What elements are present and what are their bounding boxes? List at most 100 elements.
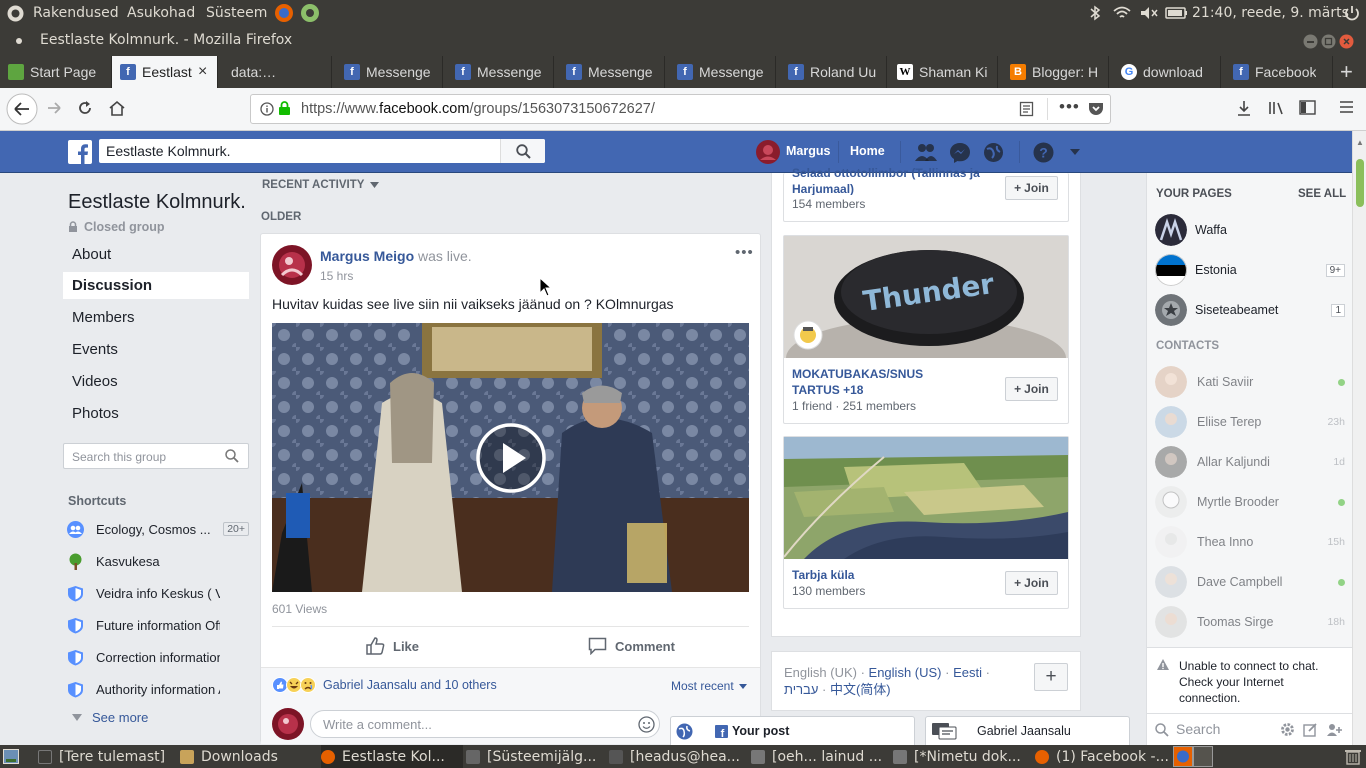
tab-messenger-4[interactable]: f Messenge [665,56,776,88]
minimize-icon[interactable] [1303,34,1318,49]
taskbar-item-terminal[interactable]: [headus@hea... [609,745,747,768]
home-icon[interactable] [108,100,126,116]
taskbar-item-welcome[interactable]: [Tere tulemast] [38,745,176,768]
language-eesti[interactable]: Eesti [953,665,982,680]
wifi-icon[interactable] [1112,5,1132,21]
reader-view-icon[interactable] [1019,101,1034,117]
taskbar-item-editor-1[interactable]: [oeh... lainud ... [751,745,889,768]
reload-icon[interactable] [77,100,93,116]
group-name[interactable]: Eestlaste Kolmnurk. [68,191,246,214]
new-tab-icon[interactable]: + [1340,59,1353,85]
search-icon[interactable] [225,449,239,463]
show-desktop-icon[interactable] [3,749,19,764]
tab-messenger-3[interactable]: f Messenge [554,56,665,88]
ubuntu-logo-icon[interactable] [7,5,24,22]
see-more-link[interactable]: See more [72,710,148,725]
taskbar-item-downloads[interactable]: Downloads [180,745,317,768]
forward-icon[interactable] [46,100,62,116]
post-options-icon[interactable]: ••• [735,244,754,261]
tab-messenger-1[interactable]: f Messenge [332,56,443,88]
user-avatar[interactable] [756,140,780,164]
taskbar-item-firefox-facebook[interactable]: (1) Facebook -... [1035,745,1170,768]
group-search-input[interactable]: Search this group [63,443,249,469]
contact-item[interactable]: Thea Inno 15h [1155,524,1345,560]
language-chinese[interactable]: 中文(简体) [830,682,891,697]
clock[interactable]: 21:40, reede, 9. märts [1192,5,1349,21]
help-icon[interactable]: ? [1033,142,1054,163]
shortcut-item[interactable]: Ecology, Cosmos ... 20+ [63,516,249,542]
chat-tab-gabriel[interactable]: Gabriel Jaansalu [925,716,1130,745]
close-tab-icon[interactable]: × [198,63,207,81]
language-english-us[interactable]: English (US) [869,665,942,680]
suggested-group-name[interactable]: MOKATUBAKAS/SNUS TARTUS +18 [792,366,972,398]
suggested-group-name[interactable]: Tarbja küla [792,567,854,583]
shortcut-item[interactable]: Kasvukesa [63,548,249,574]
bluetooth-icon[interactable] [1089,5,1101,21]
group-nav-about[interactable]: About [63,241,249,268]
contact-item[interactable]: Myrtle Brooder [1155,484,1345,520]
pocket-icon[interactable] [1088,101,1104,117]
comment-button[interactable]: Comment [588,637,675,655]
tab-data[interactable]: data:… [218,56,332,88]
secure-lock-icon[interactable] [278,101,291,116]
like-button[interactable]: Like [366,637,419,655]
reactions-summary[interactable]: Gabriel Jaansalu and 10 others [272,677,497,693]
chat-search-input[interactable]: Search [1176,721,1220,737]
menu-applications[interactable]: Rakendused [33,5,119,21]
contact-item[interactable]: Dave Campbell [1155,564,1345,600]
notifications-globe-icon[interactable] [983,142,1004,163]
page-actions-icon[interactable]: ••• [1059,97,1080,117]
tab-blogger[interactable]: B Blogger: H [998,56,1109,88]
page-item-waffa[interactable]: Waffa [1155,212,1345,248]
taskbar-item-editor-2[interactable]: [*Nimetu dok... [893,745,1032,768]
comment-input[interactable]: Write a comment... [310,710,660,738]
post-author-avatar[interactable] [272,245,312,285]
post-timestamp[interactable]: 15 hrs [320,269,353,283]
menu-system[interactable]: Süsteem [206,5,267,21]
account-dropdown-icon[interactable] [1069,148,1081,156]
app-launcher-icon[interactable] [300,3,320,23]
tab-roland[interactable]: f Roland Uu [776,56,887,88]
shortcut-item[interactable]: Authority information A... [63,676,249,702]
shortcut-item[interactable]: Future information Offic... [63,612,249,638]
shortcut-item[interactable]: Veidra info Keskus ( V.i... [63,580,249,606]
chat-tab-your-post[interactable]: f Your post [670,716,915,745]
url-bar[interactable]: https://www.facebook.com/groups/15630731… [250,94,1111,124]
scrollbar-thumb[interactable] [1356,159,1364,207]
menu-places[interactable]: Asukohad [127,5,195,21]
add-language-button[interactable]: + [1034,663,1068,691]
contact-item[interactable]: Kati Saviir [1155,364,1345,400]
group-nav-photos[interactable]: Photos [63,400,249,427]
language-hebrew[interactable]: עברית [784,682,818,697]
facebook-logo-icon[interactable] [68,140,92,164]
new-message-icon[interactable] [1303,722,1318,737]
taskbar-item-firefox-eestlaste[interactable]: Eestlaste Kol... [321,745,463,768]
tab-start-page[interactable]: Start Page [0,56,112,88]
volume-muted-icon[interactable] [1139,5,1159,21]
suggested-group-cover[interactable] [784,437,1068,559]
tab-eestlaste-kolmnurk[interactable]: f Eestlast × [112,56,218,88]
page-item-siseteabeamet[interactable]: Siseteabeamet 1 [1155,292,1345,328]
profile-link[interactable]: Margus [786,144,830,158]
create-group-icon[interactable] [1326,722,1343,737]
emoji-icon[interactable] [638,716,655,733]
firefox-launcher-icon[interactable] [274,3,294,23]
page-item-estonia[interactable]: Estonia 9+ [1155,252,1345,288]
tab-facebook[interactable]: f Facebook [1221,56,1333,88]
see-all-link[interactable]: SEE ALL [1298,188,1346,200]
post-video[interactable] [272,323,749,592]
recent-activity-sort[interactable]: RECENT ACTIVITY [262,179,380,191]
messenger-icon[interactable] [949,142,971,164]
group-nav-discussion[interactable]: Discussion [63,272,249,299]
suggested-group-name[interactable]: Selaad ottotollimbor (Tallinnas ja Harju… [792,165,992,195]
maximize-icon[interactable] [1321,34,1336,49]
tab-download[interactable]: Gdownload [1109,56,1221,88]
suggested-group-cover[interactable]: Thunder [784,236,1068,358]
friend-requests-icon[interactable] [914,143,938,162]
contact-item[interactable]: Allar Kaljundi 1d [1155,444,1345,480]
join-group-button[interactable]: + Join [1005,377,1058,401]
window-menu-dot[interactable] [16,38,22,44]
trash-icon[interactable] [1344,748,1362,765]
comment-sort-dropdown[interactable]: Most recent [671,679,747,693]
close-window-icon[interactable] [1339,34,1354,49]
